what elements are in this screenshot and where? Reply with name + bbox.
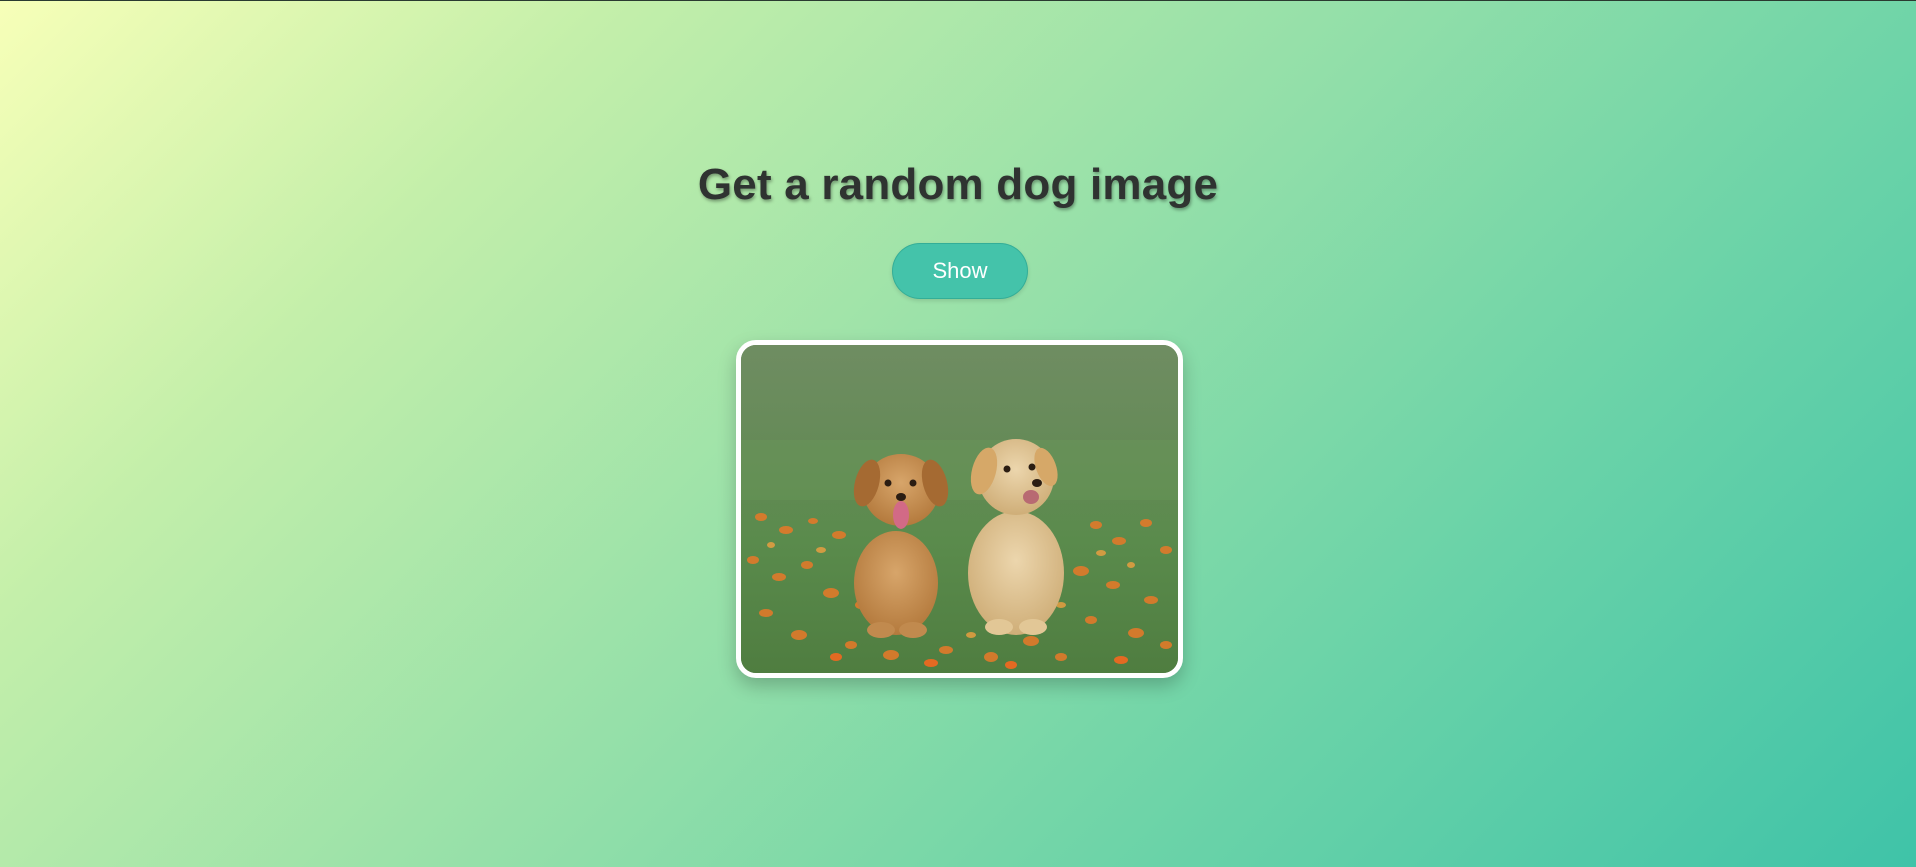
puppy-right	[968, 439, 1064, 635]
dog-image	[741, 345, 1178, 673]
dog-image-frame	[736, 340, 1183, 678]
page-title: Get a random dog image	[697, 160, 1219, 209]
show-button[interactable]: Show	[892, 243, 1028, 299]
page-container: Get a random dog image Show	[0, 0, 1916, 867]
